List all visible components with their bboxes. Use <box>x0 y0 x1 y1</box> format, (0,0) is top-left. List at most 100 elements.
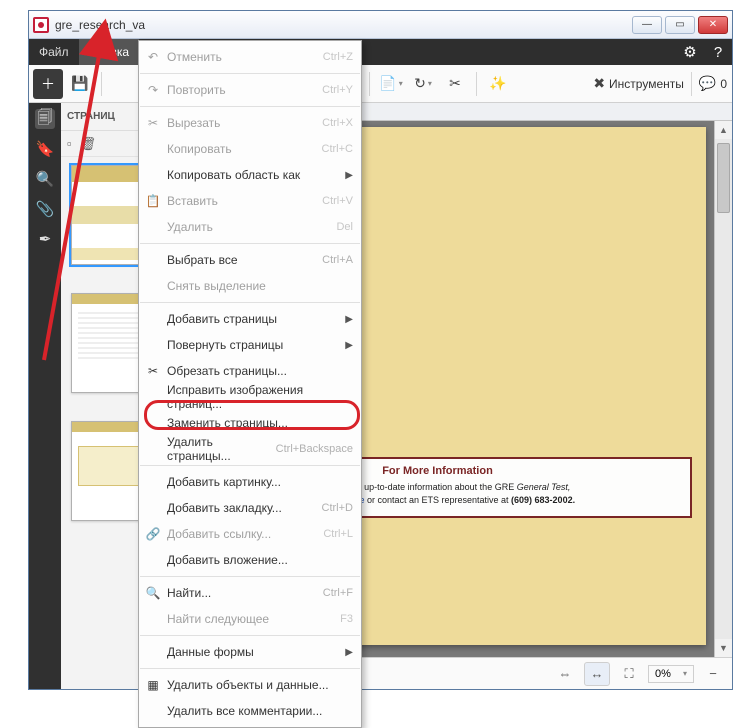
menu-item-label: Найти следующее <box>167 612 269 626</box>
comments-count: 0 <box>720 77 727 91</box>
fit-width-icon[interactable]: ⇔ <box>552 662 578 686</box>
menu-shortcut: F3 <box>330 613 353 625</box>
zoom-out-icon[interactable]: − <box>700 662 726 686</box>
menu-item: КопироватьCtrl+C <box>139 136 361 162</box>
instruments-label: Инструменты <box>609 77 684 91</box>
menu-item[interactable]: 🔍Найти...Ctrl+F <box>139 580 361 606</box>
menu-item[interactable]: Добавить страницы▶ <box>139 306 361 332</box>
sign-icon[interactable]: ✒ <box>35 229 55 249</box>
menu-item[interactable]: ✂ Обрезать страницы... <box>139 358 361 384</box>
menu-item[interactable]: Добавить картинку... <box>139 469 361 495</box>
menu-item: Найти следующее F3 <box>139 606 361 632</box>
menu-item: ↶ Отменить Ctrl+Z <box>139 44 361 70</box>
vertical-scrollbar[interactable]: ▲ ▼ <box>714 121 732 657</box>
menu-item-icon: ✂ <box>145 364 161 378</box>
scroll-up-icon[interactable]: ▲ <box>715 121 732 139</box>
menu-item[interactable]: Удалить страницы...Ctrl+Backspace <box>139 436 361 462</box>
attachment-icon[interactable]: 📎 <box>35 199 55 219</box>
menu-item-icon: 📋 <box>145 194 161 208</box>
submenu-icon: ▶ <box>337 340 353 351</box>
menu-item-label: Данные формы <box>167 645 254 659</box>
menu-separator <box>140 576 360 577</box>
menu-item-label: Заменить страницы... <box>167 416 288 430</box>
menu-item-label: Удалить страницы... <box>167 435 266 463</box>
fullscreen-icon[interactable]: ⛶ <box>616 662 642 686</box>
minimize-button[interactable]: — <box>632 16 662 34</box>
menu-item[interactable]: Данные формы ▶ <box>139 639 361 665</box>
menu-item-icon: ↷ <box>145 83 161 97</box>
menu-shortcut: Ctrl+Backspace <box>266 443 353 455</box>
submenu-icon: ▶ <box>337 170 353 181</box>
menu-item[interactable]: Удалить все комментарии... <box>139 698 361 724</box>
thumb-new-icon[interactable]: ▫ <box>67 136 72 151</box>
tools-icon: ✖ <box>593 75 605 92</box>
menu-item[interactable]: Исправить изображения страниц... <box>139 384 361 410</box>
menu-item-label: Добавить закладку... <box>167 501 282 515</box>
fit-page-icon[interactable]: ↔ <box>584 662 610 686</box>
menu-separator <box>140 302 360 303</box>
settings-icon[interactable]: ⚙ <box>676 39 704 65</box>
window-title: gre_research_va <box>55 18 632 32</box>
menu-item-icon: ↶ <box>145 50 161 64</box>
titlebar: gre_research_va — ▭ ✕ <box>29 11 732 39</box>
menu-shortcut: Ctrl+L <box>313 528 353 540</box>
menu-separator <box>140 635 360 636</box>
menu-item-icon: 🔗 <box>145 527 161 541</box>
menu-shortcut: Ctrl+A <box>312 254 353 266</box>
menu-item-label: Отменить <box>167 50 222 64</box>
menu-item: Снять выделение <box>139 273 361 299</box>
menu-item-label: Вставить <box>167 194 218 208</box>
menu-item[interactable]: Повернуть страницы▶ <box>139 332 361 358</box>
menu-item-label: Копировать область как <box>167 168 300 182</box>
app-icon <box>33 17 49 33</box>
page-add-button[interactable]: 📄▾ <box>376 69 406 99</box>
zoom-value[interactable]: 0%▾ <box>648 665 694 683</box>
menu-item[interactable]: Копировать область как ▶ <box>139 162 361 188</box>
menu-separator <box>140 106 360 107</box>
menu-separator <box>140 465 360 466</box>
scroll-down-icon[interactable]: ▼ <box>715 639 732 657</box>
app-window: gre_research_va — ▭ ✕ Файл Правка ⚙ ? ＋ … <box>28 10 733 690</box>
thumb-delete-icon[interactable]: 🗑 <box>80 136 97 152</box>
edit-context-menu: ↶ Отменить Ctrl+Z ↷ПовторитьCtrl+Y ✂Вырезать… <box>138 40 362 728</box>
close-button[interactable]: ✕ <box>698 16 728 34</box>
search-icon[interactable]: 🔍 <box>35 169 55 189</box>
menu-item[interactable]: Добавить закладку...Ctrl+D <box>139 495 361 521</box>
menu-separator <box>140 668 360 669</box>
menu-shortcut: Ctrl+C <box>312 143 353 155</box>
scroll-thumb[interactable] <box>717 143 730 213</box>
crop-button[interactable]: ✂ <box>440 69 470 99</box>
menu-separator <box>140 73 360 74</box>
bookmark-icon[interactable]: 🔖 <box>35 139 55 159</box>
menu-file[interactable]: Файл <box>29 39 79 65</box>
menu-item: 🔗Добавить ссылку...Ctrl+L <box>139 521 361 547</box>
menu-item: ↷ПовторитьCtrl+Y <box>139 77 361 103</box>
menu-shortcut: Ctrl+Y <box>312 84 353 96</box>
save-button[interactable]: 💾 <box>65 69 95 99</box>
menu-item[interactable]: Добавить вложение... <box>139 547 361 573</box>
menu-item: ✂ВырезатьCtrl+X <box>139 110 361 136</box>
wand-button[interactable]: ✨ <box>483 69 513 99</box>
menu-separator <box>140 243 360 244</box>
menu-item[interactable]: ▦Удалить объекты и данные... <box>139 672 361 698</box>
menu-shortcut: Ctrl+X <box>312 117 353 129</box>
menu-item[interactable]: Заменить страницы... <box>139 410 361 436</box>
menu-item[interactable]: Выбрать всеCtrl+A <box>139 247 361 273</box>
menu-edit[interactable]: Правка <box>79 39 140 65</box>
menu-item-label: Удалить все комментарии... <box>167 704 322 718</box>
comments-button[interactable]: 💬 0 <box>698 69 728 99</box>
pages-icon[interactable]: 🗐 <box>35 109 55 129</box>
menu-item-label: Найти... <box>167 586 211 600</box>
toolbar: ＋ 💾 ✋ 📄▾ ↻▾ ✂ ✨ ✖ Инструменты 💬 0 <box>29 65 732 103</box>
maximize-button[interactable]: ▭ <box>665 16 695 34</box>
add-page-button[interactable]: ＋ <box>33 69 63 99</box>
submenu-icon: ▶ <box>337 647 353 658</box>
help-icon[interactable]: ? <box>704 39 732 65</box>
instruments-button[interactable]: ✖ Инструменты <box>592 69 685 99</box>
menu-shortcut: Ctrl+Z <box>313 51 353 63</box>
menu-item-icon: ▦ <box>145 678 161 692</box>
menu-shortcut: Ctrl+V <box>312 195 353 207</box>
rotate-button[interactable]: ↻▾ <box>408 69 438 99</box>
menu-item-label: Обрезать страницы... <box>167 364 287 378</box>
menu-item-icon: ✂ <box>145 116 161 130</box>
